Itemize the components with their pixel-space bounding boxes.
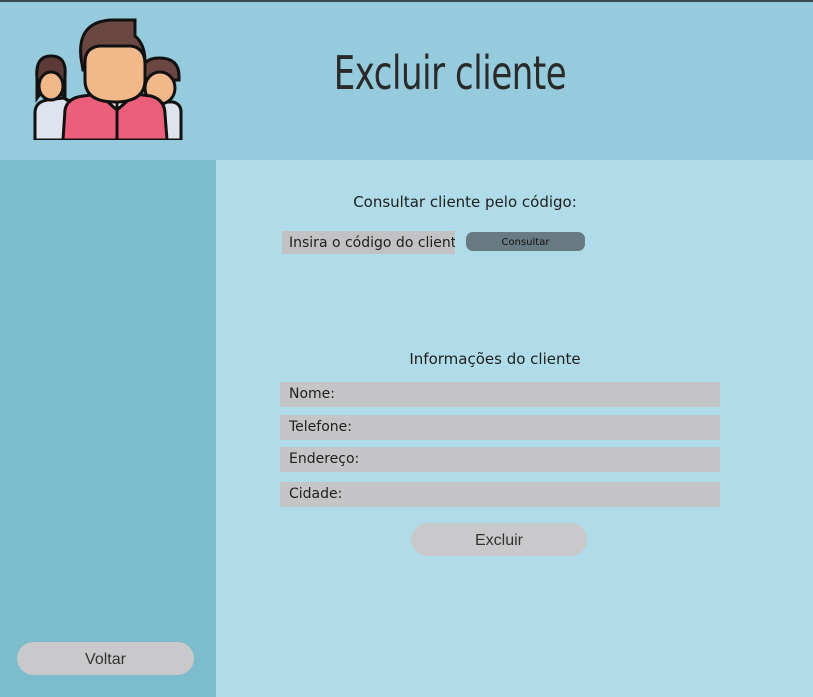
consult-button[interactable]: Consultar: [466, 232, 585, 251]
name-field[interactable]: Nome:: [280, 382, 720, 407]
customers-group-icon: [33, 18, 183, 140]
search-heading: Consultar cliente pelo código:: [353, 193, 577, 211]
client-code-input[interactable]: [282, 231, 455, 254]
delete-button[interactable]: Excluir: [411, 523, 587, 556]
info-heading: Informações do cliente: [409, 350, 581, 368]
header: Excluir cliente: [0, 2, 813, 160]
phone-field[interactable]: Telefone:: [280, 415, 720, 440]
page-title: Excluir cliente: [333, 46, 567, 100]
city-field[interactable]: Cidade:: [280, 482, 720, 507]
address-field[interactable]: Endereço:: [280, 447, 720, 472]
sidebar: Voltar: [0, 160, 216, 697]
back-button[interactable]: Voltar: [17, 642, 194, 675]
